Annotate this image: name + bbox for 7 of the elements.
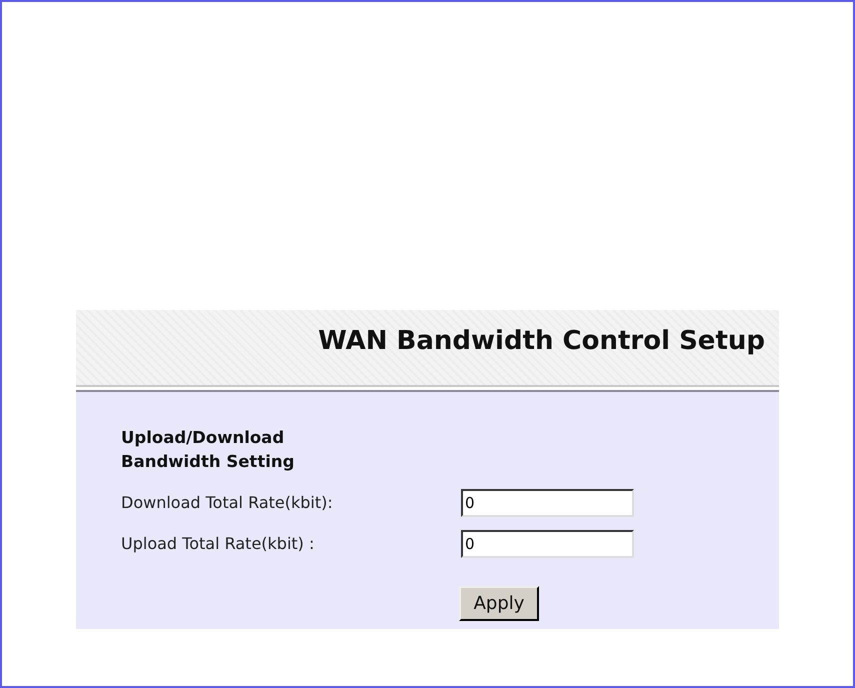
rate-field[interactable]: 0 [461, 488, 634, 516]
field-label: Upload Total Rate(kbit) : [121, 534, 316, 553]
page-title: WAN Bandwidth Control Setup [318, 326, 765, 356]
rate-field[interactable]: 0 [461, 530, 634, 558]
apply-button[interactable]: Apply [459, 586, 539, 621]
section-heading: Upload/Download Bandwidth Setting [121, 427, 296, 473]
field-label: Download Total Rate(kbit): [121, 493, 334, 512]
